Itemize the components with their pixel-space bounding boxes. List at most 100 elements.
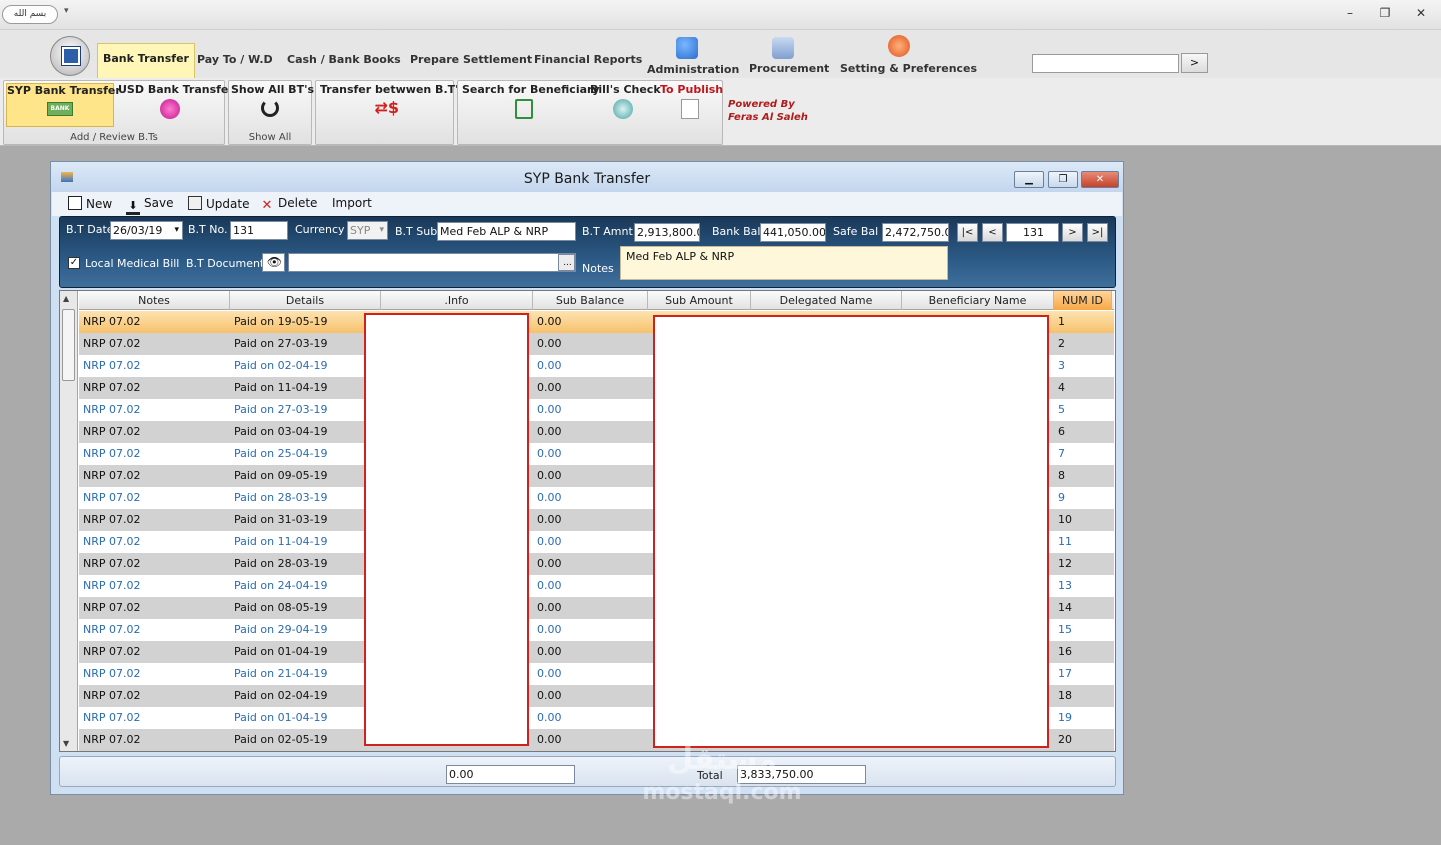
cell-id[interactable]: 9 — [1054, 487, 1065, 509]
cell-sub-balance[interactable]: 0.00 — [533, 311, 562, 333]
cell-sub-balance[interactable]: 0.00 — [533, 707, 562, 729]
transfer-between-bts-button[interactable]: Transfer betwwen B.T's ⇄$ — [320, 83, 465, 117]
col-sub-balance[interactable]: Sub Balance — [533, 291, 648, 310]
cell-notes[interactable]: NRP 07.02 — [79, 707, 141, 729]
cell-details[interactable]: Paid on 27-03-19 — [230, 333, 328, 355]
col-details[interactable]: Details — [230, 291, 381, 310]
grid-scrollbar[interactable]: ▲ ▼ — [60, 291, 78, 751]
quick-access-dropdown-icon[interactable]: ▾ — [64, 6, 69, 16]
cell-notes[interactable]: NRP 07.02 — [79, 399, 141, 421]
tab-pay-to[interactable]: Pay To / W.D — [197, 53, 273, 66]
cell-id[interactable]: 10 — [1054, 509, 1072, 531]
tab-bank-transfer[interactable]: Bank Transfer — [97, 43, 195, 79]
bt-sub-field[interactable]: Med Feb ALP & NRP — [437, 222, 576, 241]
cell-notes[interactable]: NRP 07.02 — [79, 553, 141, 575]
cell-details[interactable]: Paid on 02-04-19 — [230, 685, 328, 707]
browse-document-button[interactable]: ... — [558, 254, 575, 271]
tab-prepare-settlement[interactable]: Prepare Settlement — [410, 53, 532, 66]
col-delegated-name[interactable]: Delegated Name — [751, 291, 902, 310]
quick-access-button[interactable]: بسم الله — [2, 5, 58, 24]
cell-notes[interactable]: NRP 07.02 — [79, 663, 141, 685]
cell-notes[interactable]: NRP 07.02 — [79, 729, 141, 751]
cell-details[interactable]: Paid on 08-05-19 — [230, 597, 328, 619]
cell-id[interactable]: 20 — [1054, 729, 1072, 751]
cell-sub-balance[interactable]: 0.00 — [533, 575, 562, 597]
cell-id[interactable]: 11 — [1054, 531, 1072, 553]
cell-details[interactable]: Paid on 27-03-19 — [230, 399, 328, 421]
cell-id[interactable]: 8 — [1054, 465, 1065, 487]
search-button[interactable]: > — [1181, 53, 1208, 73]
col-beneficiary-name[interactable]: Beneficiary Name — [902, 291, 1054, 310]
usd-bank-transfer-button[interactable]: USD Bank Transfer — [118, 83, 234, 119]
cell-notes[interactable]: NRP 07.02 — [79, 619, 141, 641]
scroll-up-icon[interactable]: ▲ — [63, 294, 69, 303]
cell-sub-balance[interactable]: 0.00 — [533, 443, 562, 465]
cell-details[interactable]: Paid on 29-04-19 — [230, 619, 328, 641]
cell-id[interactable]: 12 — [1054, 553, 1072, 575]
cell-details[interactable]: Paid on 02-04-19 — [230, 355, 328, 377]
cell-id[interactable]: 1 — [1054, 311, 1065, 333]
local-medical-bill-checkbox[interactable]: ✓ — [68, 257, 80, 269]
cell-notes[interactable]: NRP 07.02 — [79, 597, 141, 619]
cell-id[interactable]: 5 — [1054, 399, 1065, 421]
cell-notes[interactable]: NRP 07.02 — [79, 355, 141, 377]
cell-sub-balance[interactable]: 0.00 — [533, 729, 562, 751]
cell-details[interactable]: Paid on 11-04-19 — [230, 531, 328, 553]
cell-notes[interactable]: NRP 07.02 — [79, 311, 141, 333]
syp-bank-transfer-button[interactable]: SYP Bank Transfer BANK — [6, 83, 121, 127]
cell-sub-balance[interactable]: 0.00 — [533, 355, 562, 377]
first-record-button[interactable]: |< — [957, 223, 978, 242]
cell-sub-balance[interactable]: 0.00 — [533, 465, 562, 487]
cell-notes[interactable]: NRP 07.02 — [79, 377, 141, 399]
cell-details[interactable]: Paid on 21-04-19 — [230, 663, 328, 685]
cell-details[interactable]: Paid on 31-03-19 — [230, 509, 328, 531]
currency-select[interactable]: SYP ▾ — [347, 221, 388, 240]
prev-record-button[interactable]: < — [982, 223, 1003, 242]
cell-notes[interactable]: NRP 07.02 — [79, 443, 141, 465]
cell-sub-balance[interactable]: 0.00 — [533, 641, 562, 663]
tab-cash-bank-books[interactable]: Cash / Bank Books — [287, 53, 401, 66]
cell-notes[interactable]: NRP 07.02 — [79, 509, 141, 531]
cell-id[interactable]: 4 — [1054, 377, 1065, 399]
cell-details[interactable]: Paid on 01-04-19 — [230, 707, 328, 729]
cell-notes[interactable]: NRP 07.02 — [79, 531, 141, 553]
app-menu-button[interactable] — [50, 36, 90, 76]
cell-details[interactable]: Paid on 28-03-19 — [230, 553, 328, 575]
cell-sub-balance[interactable]: 0.00 — [533, 509, 562, 531]
cell-sub-balance[interactable]: 0.00 — [533, 663, 562, 685]
cell-id[interactable]: 3 — [1054, 355, 1065, 377]
tab-administration[interactable]: Administration — [647, 63, 739, 76]
form-close-button[interactable]: ✕ — [1081, 171, 1119, 188]
cell-id[interactable]: 17 — [1054, 663, 1072, 685]
view-document-button[interactable]: 👁 — [262, 253, 285, 272]
last-record-button[interactable]: >| — [1087, 223, 1108, 242]
import-button[interactable]: Import — [332, 196, 372, 210]
form-restore-button[interactable]: ❐ — [1048, 171, 1078, 188]
cell-id[interactable]: 13 — [1054, 575, 1072, 597]
cell-notes[interactable]: NRP 07.02 — [79, 487, 141, 509]
tab-financial-reports[interactable]: Financial Reports — [534, 53, 642, 66]
save-button[interactable]: ⬇ Save — [126, 196, 173, 215]
cell-id[interactable]: 18 — [1054, 685, 1072, 707]
cell-sub-balance[interactable]: 0.00 — [533, 597, 562, 619]
bt-document-field[interactable] — [288, 253, 576, 272]
bank-bal-field[interactable]: 441,050.00 — [760, 223, 826, 242]
to-publish-button[interactable]: To Publish — [660, 83, 723, 119]
cell-id[interactable]: 14 — [1054, 597, 1072, 619]
cell-details[interactable]: Paid on 24-04-19 — [230, 575, 328, 597]
scroll-down-icon[interactable]: ▼ — [63, 739, 69, 748]
tab-settings[interactable]: Setting & Preferences — [840, 62, 977, 75]
minimize-button[interactable]: – — [1341, 5, 1359, 21]
form-minimize-button[interactable]: ▁ — [1014, 171, 1044, 188]
bt-amnt-field[interactable]: 2,913,800.00 — [634, 223, 700, 242]
restore-button[interactable]: ❐ — [1376, 5, 1394, 21]
cell-notes[interactable]: NRP 07.02 — [79, 575, 141, 597]
cell-details[interactable]: Paid on 25-04-19 — [230, 443, 328, 465]
cell-id[interactable]: 6 — [1054, 421, 1065, 443]
col-num-id[interactable]: NUM ID — [1054, 291, 1112, 310]
cell-details[interactable]: Paid on 03-04-19 — [230, 421, 328, 443]
show-all-bts-button[interactable]: Show All BT's — [231, 83, 314, 117]
new-button[interactable]: New — [68, 196, 112, 211]
cell-sub-balance[interactable]: 0.00 — [533, 399, 562, 421]
cell-details[interactable]: Paid on 01-04-19 — [230, 641, 328, 663]
